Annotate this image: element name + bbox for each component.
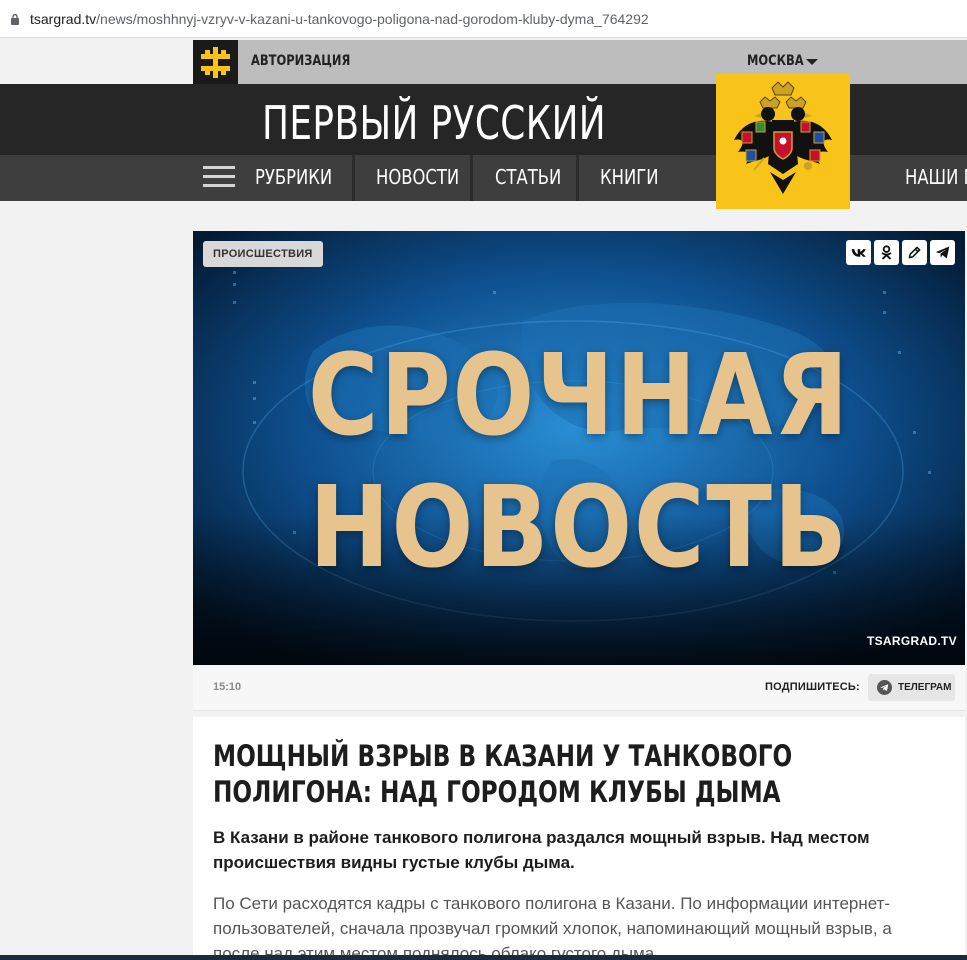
nav-item-news[interactable]: НОВОСТИ [376,165,459,189]
nav-divider [470,155,473,201]
nav-divider [576,155,579,201]
share-telegram-button[interactable] [930,240,955,265]
hero-headline-line2: НОВОСТЬ [309,463,849,593]
city-selector[interactable]: МОСКВА [747,53,804,69]
image-watermark: TSARGRAD.TV [867,634,957,648]
hamburger-menu-icon[interactable] [203,166,235,188]
nav-item-articles[interactable]: СТАТЬИ [495,165,561,189]
site-title[interactable]: ПЕРВЫЙ РУССКИЙ [262,96,606,150]
subscribe-label: ПОДПИШИТЕСЬ: [765,681,860,693]
url-path: /news/moshhnyj-vzryv-v-kazani-u-tankovog… [96,11,649,27]
chevron-down-icon[interactable] [806,59,818,65]
taskbar-edge [0,955,967,960]
article-headline: МОЩНЫЙ ВЗРЫВ В КАЗАНИ У ТАНКОВОГО ПОЛИГО… [213,739,793,809]
publish-time: 15:10 [213,681,242,693]
telegram-subscribe-button[interactable]: ТЕЛЕГРАМ [868,674,955,701]
nav-item-ours[interactable]: НАШИ Г [905,165,967,189]
nav-item-books[interactable]: КНИГИ [600,165,659,189]
auth-link[interactable]: АВТОРИЗАЦИЯ [251,53,350,69]
url-text[interactable]: tsargrad.tv/news/moshhnyj-vzryv-v-kazani… [30,11,649,27]
browser-address-bar[interactable]: tsargrad.tv/news/moshhnyj-vzryv-v-kazani… [0,0,967,38]
hero-image[interactable]: СРОЧНАЯ НОВОСТЬ [193,231,965,665]
telegram-button-label: ТЕЛЕГРАМ [898,682,952,693]
double-headed-eagle-emblem[interactable] [716,74,850,209]
nav-item-rubrics[interactable]: РУБРИКИ [255,165,332,189]
share-vk-button[interactable] [846,240,871,265]
cross-logo-icon [201,47,230,78]
odnoklassniki-icon [881,245,892,260]
article-lead: В Казани в районе танкового полигона раз… [213,828,870,872]
telegram-icon [935,246,950,259]
url-host: tsargrad.tv [30,11,97,27]
eagle-icon [734,81,832,194]
site-logo[interactable] [193,40,238,85]
article-body: По Сети расходятся кадры с танкового пол… [213,894,892,960]
share-ok-button[interactable] [874,240,899,265]
lock-icon [11,13,19,25]
nav-divider [352,155,355,201]
edit-icon [908,246,921,259]
category-tag[interactable]: ПРОИСШЕСТВИЯ [203,241,323,267]
vk-icon [851,249,866,257]
share-edit-button[interactable] [902,240,927,265]
hero-headline-line1: СРОЧНАЯ [307,331,851,461]
telegram-icon [877,680,892,695]
